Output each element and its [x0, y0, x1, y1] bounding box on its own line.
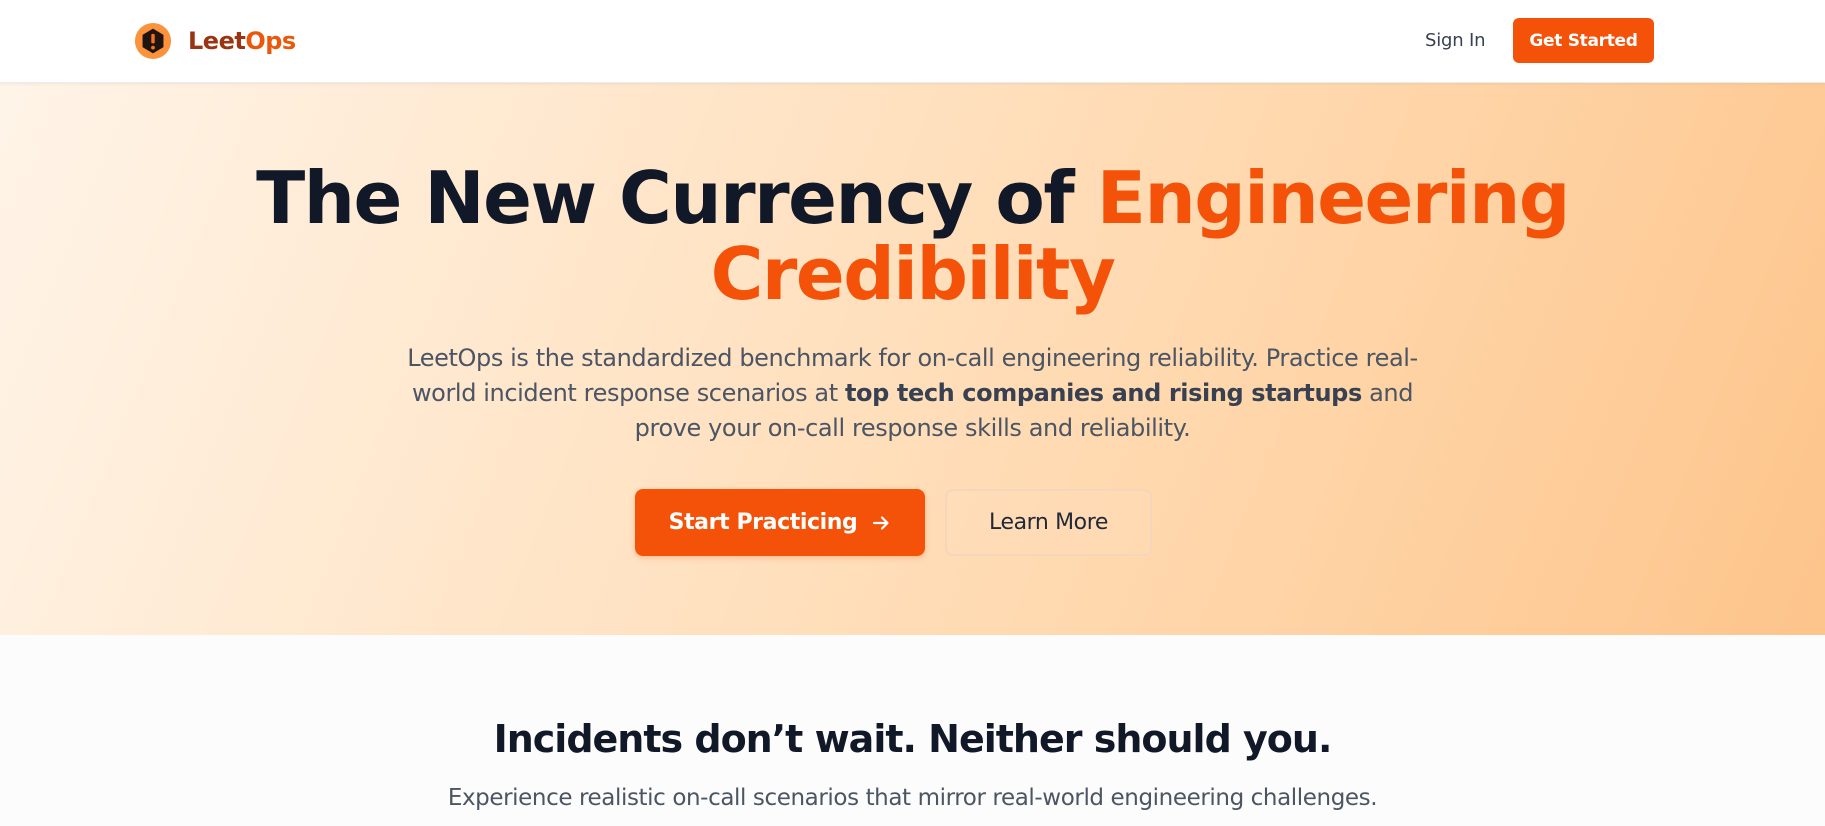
arrow-right-icon — [873, 515, 889, 530]
brand-name-suffix: Ops — [245, 27, 296, 55]
brand-name-prefix: Leet — [188, 27, 246, 55]
hero-subtitle: LeetOps is the standardized benchmark fo… — [404, 341, 1421, 446]
section-title: Incidents don’t wait. Neither should you… — [493, 717, 1333, 761]
top-navbar: LeetOps Sign In Get Started — [0, 0, 1825, 83]
start-practicing-label: Start Practicing — [668, 510, 858, 535]
brand-name: LeetOps — [188, 27, 296, 55]
start-practicing-button[interactable]: Start Practicing — [635, 489, 925, 556]
hero-title-plain: The New Currency of — [256, 156, 1097, 240]
hero-subtitle-bold: top tech companies and rising startups — [844, 379, 1362, 407]
brand-home-link[interactable]: LeetOps — [134, 21, 296, 61]
sign-in-link[interactable]: Sign In — [1425, 26, 1486, 56]
hero-section: The New Currency of Engineering Credibil… — [0, 83, 1825, 635]
hero-title-accent-1: Engineering — [1096, 156, 1571, 240]
incidents-section: Incidents don’t wait. Neither should you… — [0, 635, 1825, 826]
section-subtitle: Experience realistic on-call scenarios t… — [447, 785, 1378, 811]
get-started-button[interactable]: Get Started — [1513, 18, 1654, 63]
learn-more-button[interactable]: Learn More — [945, 489, 1152, 556]
hero-title: The New Currency of Engineering Credibil… — [0, 160, 1825, 312]
hero-title-accent-2: Credibility — [710, 232, 1116, 316]
alert-hexagon-icon — [134, 22, 172, 60]
